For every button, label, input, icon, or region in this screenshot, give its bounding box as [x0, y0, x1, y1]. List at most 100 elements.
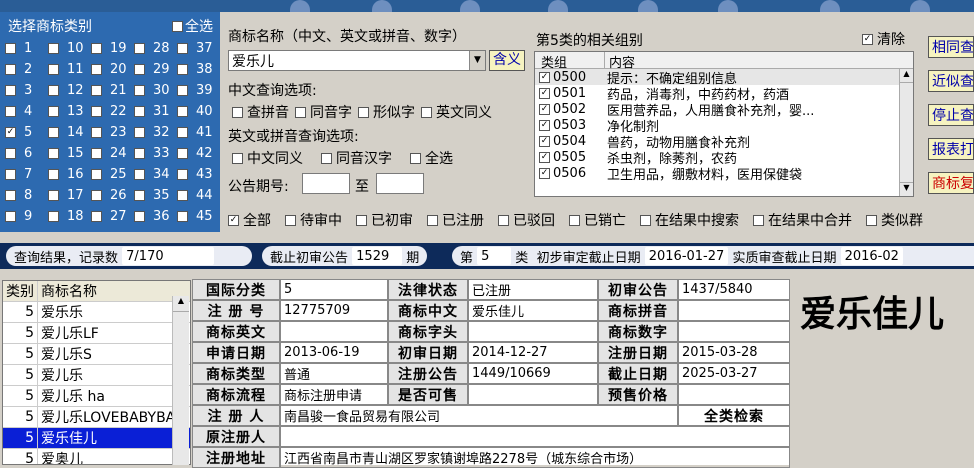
checkbox-icon[interactable] [134, 169, 145, 180]
checkbox-icon[interactable] [134, 190, 145, 201]
class-checkbox-35[interactable]: 35 [129, 188, 172, 203]
class-checkbox-38[interactable]: 38 [172, 62, 215, 77]
table-row[interactable]: 5 爱儿乐 [3, 365, 190, 386]
checkbox-icon[interactable] [232, 152, 243, 164]
class-checkbox-27[interactable]: 27 [86, 209, 129, 224]
class-checkbox-43[interactable]: 43 [172, 167, 215, 182]
results-scrollbar[interactable]: ▲ [172, 296, 189, 465]
checkbox-icon[interactable] [48, 127, 59, 138]
table-row[interactable]: 5 爱奥儿 [3, 449, 190, 464]
class-checkbox-25[interactable]: 25 [86, 167, 129, 182]
filter-option-0[interactable]: ✓ 全部 [228, 210, 271, 230]
filter-option-8[interactable]: 类似群 [866, 210, 923, 230]
class-checkbox-9[interactable]: 9 [0, 209, 43, 224]
checkbox-icon[interactable] [177, 85, 188, 96]
cn-option-1[interactable]: 同音字 [295, 102, 352, 122]
checkbox-icon[interactable]: ✓ [539, 87, 550, 99]
checkbox-icon[interactable]: ✓ [539, 167, 550, 179]
filter-option-2[interactable]: 已初审 [356, 210, 413, 230]
name-input[interactable]: 爱乐儿 ▼ [228, 50, 486, 71]
class-checkbox-23[interactable]: 23 [86, 125, 129, 140]
class-checkbox-41[interactable]: 41 [172, 125, 215, 140]
class-checkbox-45[interactable]: 45 [172, 209, 215, 224]
class-checkbox-20[interactable]: 20 [86, 62, 129, 77]
class-checkbox-16[interactable]: 16 [43, 167, 86, 182]
trademark-review-button[interactable]: 商标复 [928, 172, 974, 194]
class-checkbox-29[interactable]: 29 [129, 62, 172, 77]
class-checkbox-11[interactable]: 11 [43, 62, 86, 77]
checkbox-icon[interactable] [134, 43, 145, 54]
checkbox-icon[interactable] [5, 169, 16, 180]
checkbox-icon[interactable] [91, 169, 102, 180]
checkbox-icon[interactable] [753, 214, 764, 226]
class-checkbox-6[interactable]: 6 [0, 146, 43, 161]
class-checkbox-15[interactable]: 15 [43, 146, 86, 161]
en-option-2[interactable]: 全选 [410, 148, 453, 168]
checkbox-icon[interactable] [134, 106, 145, 117]
checkbox-icon[interactable] [48, 64, 59, 75]
checkbox-icon[interactable]: ✓ [539, 135, 550, 147]
filter-option-3[interactable]: 已注册 [427, 210, 484, 230]
groups-list[interactable]: 类组 内容 ✓ 0500 提示：不确定组别信息 ✓ 0501 药品，消毒剂，中药药材，药酒… [534, 51, 914, 197]
class-checkbox-22[interactable]: 22 [86, 104, 129, 119]
checkbox-icon[interactable] [410, 152, 421, 164]
checkbox-icon[interactable] [177, 211, 188, 222]
checkbox-icon[interactable] [91, 190, 102, 201]
class-checkbox-21[interactable]: 21 [86, 83, 129, 98]
checkbox-icon[interactable] [48, 85, 59, 96]
filter-option-6[interactable]: 在结果中搜索 [640, 210, 739, 230]
checkbox-icon[interactable] [177, 190, 188, 201]
class-checkbox-10[interactable]: 10 [43, 41, 86, 56]
checkbox-icon[interactable] [5, 190, 16, 201]
chevron-down-icon[interactable]: ▼ [469, 51, 485, 70]
checkbox-icon[interactable] [866, 214, 877, 226]
checkbox-icon[interactable] [91, 43, 102, 54]
groups-scrollbar[interactable]: ▲ ▼ [899, 69, 913, 196]
class-checkbox-40[interactable]: 40 [172, 104, 215, 119]
checkbox-icon[interactable] [5, 211, 16, 222]
filter-option-5[interactable]: 已销亡 [569, 210, 626, 230]
checkbox-icon[interactable]: ✓ [539, 119, 550, 131]
period-to-input[interactable] [376, 173, 424, 194]
class-checkbox-31[interactable]: 31 [129, 104, 172, 119]
table-row[interactable]: 5 爱乐佳儿 [3, 428, 190, 449]
class-checkbox-2[interactable]: 2 [0, 62, 43, 77]
checkbox-icon[interactable] [640, 214, 651, 226]
cn-option-3[interactable]: 英文同义 [421, 102, 492, 122]
checkbox-icon[interactable] [134, 64, 145, 75]
checkbox-icon[interactable] [5, 106, 16, 117]
checkbox-icon[interactable] [177, 64, 188, 75]
class-checkbox-14[interactable]: 14 [43, 125, 86, 140]
group-row[interactable]: ✓ 0502 医用营养品，人用膳食补充剂，婴... [535, 101, 913, 119]
checkbox-icon[interactable] [48, 190, 59, 201]
checkbox-icon[interactable] [285, 214, 296, 226]
checkbox-icon[interactable] [134, 148, 145, 159]
checkbox-icon[interactable] [5, 85, 16, 96]
checkbox-icon[interactable] [134, 127, 145, 138]
contain-button[interactable]: 含义 [489, 50, 525, 71]
checkbox-icon[interactable] [5, 43, 16, 54]
checkbox-icon[interactable] [91, 148, 102, 159]
class-checkbox-42[interactable]: 42 [172, 146, 215, 161]
class-checkbox-44[interactable]: 44 [172, 188, 215, 203]
class-checkbox-32[interactable]: 32 [129, 125, 172, 140]
same-search-button[interactable]: 相同查 [928, 36, 974, 58]
class-checkbox-12[interactable]: 12 [43, 83, 86, 98]
checkbox-icon[interactable] [134, 85, 145, 96]
checkbox-icon[interactable] [5, 64, 16, 75]
similar-search-button[interactable]: 近似查 [928, 70, 974, 92]
checkbox-icon[interactable] [177, 148, 188, 159]
group-row[interactable]: ✓ 0506 卫生用品，绷敷材料，医用保健袋 [535, 165, 913, 183]
class-checkbox-36[interactable]: 36 [129, 209, 172, 224]
filter-option-1[interactable]: 待审中 [285, 210, 342, 230]
checkbox-icon[interactable] [91, 211, 102, 222]
filter-option-4[interactable]: 已驳回 [498, 210, 555, 230]
checkbox-icon[interactable] [134, 211, 145, 222]
cn-option-0[interactable]: 查拼音 [232, 102, 289, 122]
scroll-down-icon[interactable]: ▼ [900, 182, 913, 196]
checkbox-icon[interactable] [421, 106, 432, 118]
clear-checkbox[interactable]: ✓ 清除 [862, 29, 905, 49]
checkbox-icon[interactable]: ✓ [539, 103, 550, 115]
class-checkbox-7[interactable]: 7 [0, 167, 43, 182]
checkbox-icon[interactable]: ✓ [539, 71, 550, 83]
